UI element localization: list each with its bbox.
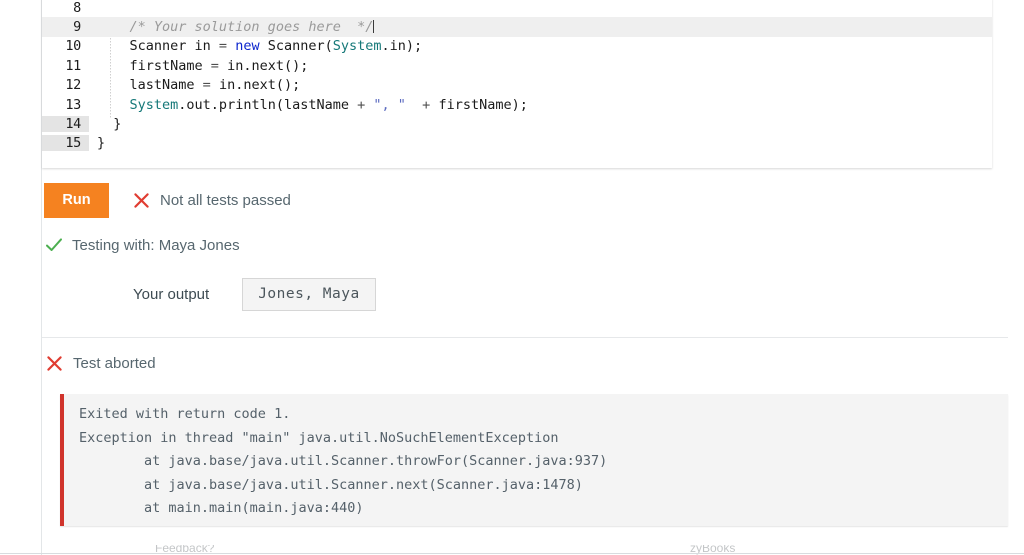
line-number: 14 bbox=[42, 116, 89, 133]
page-root: 89 /* Your solution goes here */10 Scann… bbox=[0, 0, 1024, 555]
code-token: ", " bbox=[373, 96, 406, 113]
line-number: 12 bbox=[65, 77, 81, 94]
code-token: System bbox=[129, 96, 179, 113]
error-line: Exception in thread "main" java.util.NoS… bbox=[79, 429, 559, 446]
code-token: .in); bbox=[381, 38, 423, 55]
code-token: } bbox=[97, 135, 106, 152]
error-line: at main.main(main.java:440) bbox=[79, 500, 364, 516]
code-token: .out.println(lastName bbox=[178, 96, 358, 113]
code-line[interactable]: 10 Scanner in = new Scanner(System.in); bbox=[42, 37, 992, 56]
code-line-text[interactable]: } bbox=[89, 135, 992, 151]
code-line[interactable]: 13 System.out.println(lastName + ", " + … bbox=[42, 95, 992, 114]
code-editor-padding bbox=[42, 153, 992, 168]
code-token: Scanner( bbox=[259, 38, 333, 55]
check-icon bbox=[45, 236, 63, 254]
line-number: 8 bbox=[73, 0, 81, 16]
your-output-row: Your output Jones, Maya bbox=[133, 278, 376, 311]
code-editor[interactable]: 89 /* Your solution goes here */10 Scann… bbox=[42, 0, 992, 168]
code-line[interactable]: 15} bbox=[42, 134, 992, 153]
line-number: 13 bbox=[65, 96, 81, 113]
code-line[interactable]: 8 bbox=[42, 0, 992, 17]
error-output-block: Exited with return code 1. Exception in t… bbox=[60, 394, 1008, 526]
code-token: Scanner in bbox=[97, 38, 219, 55]
x-icon bbox=[46, 355, 63, 372]
code-line-text[interactable]: /* Your solution goes here */ bbox=[89, 19, 992, 35]
line-number: 10 bbox=[65, 38, 81, 55]
code-token: /* Your solution goes here */ bbox=[129, 19, 374, 36]
run-toolbar: Run Not all tests passed bbox=[44, 183, 291, 218]
section-divider bbox=[42, 337, 1008, 338]
code-token: System bbox=[332, 38, 382, 55]
code-token: = bbox=[202, 77, 211, 94]
run-button[interactable]: Run bbox=[44, 183, 109, 218]
line-number: 9 bbox=[73, 19, 81, 36]
code-token: lastName bbox=[97, 77, 203, 94]
test-status-label: Not all tests passed bbox=[160, 192, 291, 209]
code-line-text[interactable]: System.out.println(lastName + ", " + fir… bbox=[89, 97, 992, 113]
your-output-value: Jones, Maya bbox=[242, 278, 376, 311]
code-line-text[interactable]: Scanner in = new Scanner(System.in); bbox=[89, 38, 992, 54]
error-line: Exited with return code 1. bbox=[79, 406, 291, 422]
error-line: at java.base/java.util.Scanner.next(Scan… bbox=[79, 476, 583, 493]
code-token: firstName); bbox=[430, 96, 528, 113]
line-number: 11 bbox=[65, 57, 81, 74]
code-token: = bbox=[218, 38, 228, 55]
code-line-text[interactable]: } bbox=[89, 116, 992, 132]
code-editor-lines[interactable]: 89 /* Your solution goes here */10 Scann… bbox=[42, 0, 992, 153]
code-token: } bbox=[97, 116, 122, 133]
line-number: 15 bbox=[42, 135, 89, 152]
code-line-text[interactable]: firstName = in.next(); bbox=[89, 58, 992, 74]
code-line[interactable]: 9 /* Your solution goes here */ bbox=[42, 17, 992, 37]
code-token: in.next(); bbox=[210, 77, 301, 94]
code-token: firstName bbox=[97, 57, 211, 74]
text-caret bbox=[373, 20, 375, 34]
error-output-lines: Exited with return code 1. Exception in t… bbox=[79, 403, 1008, 521]
your-output-label: Your output bbox=[133, 286, 210, 303]
test-aborted-row: Test aborted bbox=[46, 355, 156, 372]
test-aborted-label: Test aborted bbox=[73, 355, 156, 372]
code-token: = bbox=[210, 57, 219, 74]
testing-with-label: Testing with: Maya Jones bbox=[72, 236, 240, 254]
test-status: Not all tests passed bbox=[133, 192, 291, 209]
testing-with-row: Testing with: Maya Jones bbox=[45, 236, 240, 254]
x-icon bbox=[133, 192, 150, 209]
code-line[interactable]: 11 firstName = in.next(); bbox=[42, 56, 992, 75]
code-line-text[interactable]: lastName = in.next(); bbox=[89, 77, 992, 93]
code-token: new bbox=[235, 38, 260, 55]
bottom-rule bbox=[0, 553, 1024, 554]
error-line: at java.base/java.util.Scanner.throwFor(… bbox=[79, 453, 608, 469]
code-line[interactable]: 12 lastName = in.next(); bbox=[42, 76, 992, 95]
code-line[interactable]: 14 } bbox=[42, 114, 992, 133]
code-token: in.next(); bbox=[218, 57, 309, 74]
